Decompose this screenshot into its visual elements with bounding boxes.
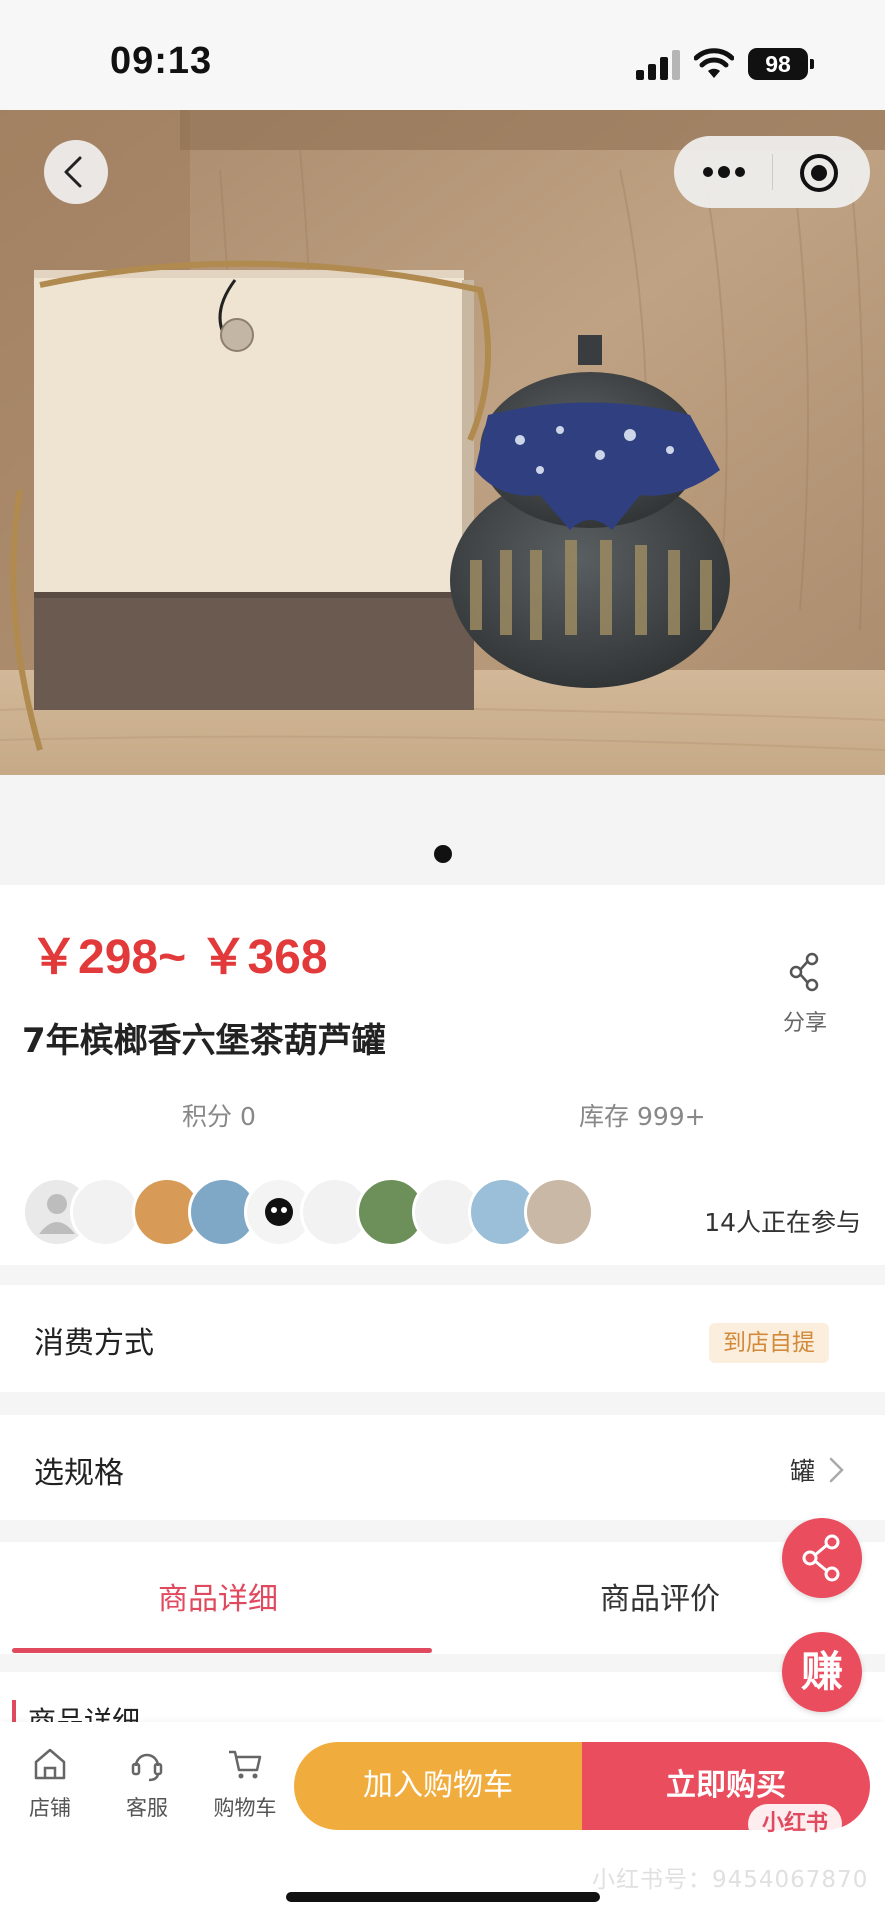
home-indicator[interactable] (286, 1892, 600, 1902)
battery-indicator: 98 (748, 48, 814, 80)
add-to-cart-button[interactable]: 加入购物车 (294, 1742, 582, 1830)
floating-share-button[interactable] (782, 1518, 862, 1598)
share-button[interactable] (778, 945, 832, 999)
earn-button[interactable]: 赚 (782, 1632, 862, 1712)
avatar (70, 1177, 140, 1247)
section-marker (12, 1700, 16, 1722)
cellular-signal-icon (636, 50, 680, 80)
chevron-left-icon (64, 156, 82, 188)
active-tab-underline (12, 1648, 432, 1653)
back-button[interactable] (44, 140, 108, 204)
gallery-page-indicator (434, 845, 452, 863)
status-bar: 09:13 98 (0, 0, 885, 110)
stock-value: 库存 999+ (579, 1102, 706, 1131)
spec-label: 选规格 (34, 1456, 124, 1491)
pickup-badge: 到店自提 (709, 1323, 829, 1363)
price-range: ￥298~ ￥368 (30, 931, 328, 984)
share-label[interactable]: 分享 (783, 1005, 827, 1037)
participant-avatars[interactable] (22, 1177, 622, 1249)
wifi-icon (694, 48, 734, 78)
bottom-action-bar: 店铺 客服 购物车 加入购物车 立即购买 小红书 小红书号：9454067870 (0, 1722, 885, 1919)
product-info: ￥298~ ￥368 分享 7年槟榔香六堡茶葫芦罐 积分 0 库存 999+ 1… (0, 885, 885, 1265)
spec-value: 罐 (789, 1457, 815, 1486)
tab-product-detail[interactable]: 商品详细 (158, 1574, 278, 1618)
product-gallery[interactable] (0, 110, 885, 885)
spec-selector-row[interactable]: 选规格 罐 (0, 1415, 885, 1520)
nav-cart-label: 购物车 (213, 1796, 277, 1820)
chevron-right-icon (829, 1457, 844, 1483)
nav-customer-service[interactable]: 客服 (107, 1744, 187, 1822)
xiaohongshu-watermark-id: 小红书号：9454067870 (592, 1867, 869, 1893)
detail-section: 商品详细 (0, 1672, 885, 1722)
nav-shop[interactable]: 店铺 (10, 1744, 90, 1822)
participants-count: 14人正在参与 (704, 1208, 861, 1237)
consumption-method-label: 消费方式 (34, 1326, 154, 1361)
nav-customer-service-label: 客服 (126, 1796, 168, 1820)
status-time: 09:13 (110, 40, 213, 82)
close-mini-program-icon[interactable] (798, 152, 840, 194)
cart-icon (229, 1750, 262, 1779)
detail-tabs: 商品详细 商品评价 (0, 1542, 885, 1654)
nav-shop-label: 店铺 (29, 1796, 71, 1820)
mini-program-capsule (674, 136, 870, 208)
detail-heading: 商品详细 (28, 1705, 141, 1722)
consumption-method-row: 消费方式 到店自提 (0, 1285, 885, 1392)
avatar (524, 1177, 594, 1247)
more-options-icon[interactable] (700, 160, 748, 184)
customer-service-icon (131, 1753, 163, 1782)
points-value: 积分 0 (182, 1102, 256, 1131)
shop-icon (34, 1748, 66, 1780)
share-icon (789, 952, 819, 992)
tab-product-reviews[interactable]: 商品评价 (600, 1574, 720, 1618)
nav-cart[interactable]: 购物车 (205, 1744, 285, 1822)
product-photo[interactable] (0, 110, 885, 775)
xiaohongshu-watermark-tag: 小红书 (748, 1804, 842, 1844)
product-title: 7年槟榔香六堡茶葫芦罐 (22, 1021, 386, 1061)
share-icon (802, 1534, 840, 1582)
